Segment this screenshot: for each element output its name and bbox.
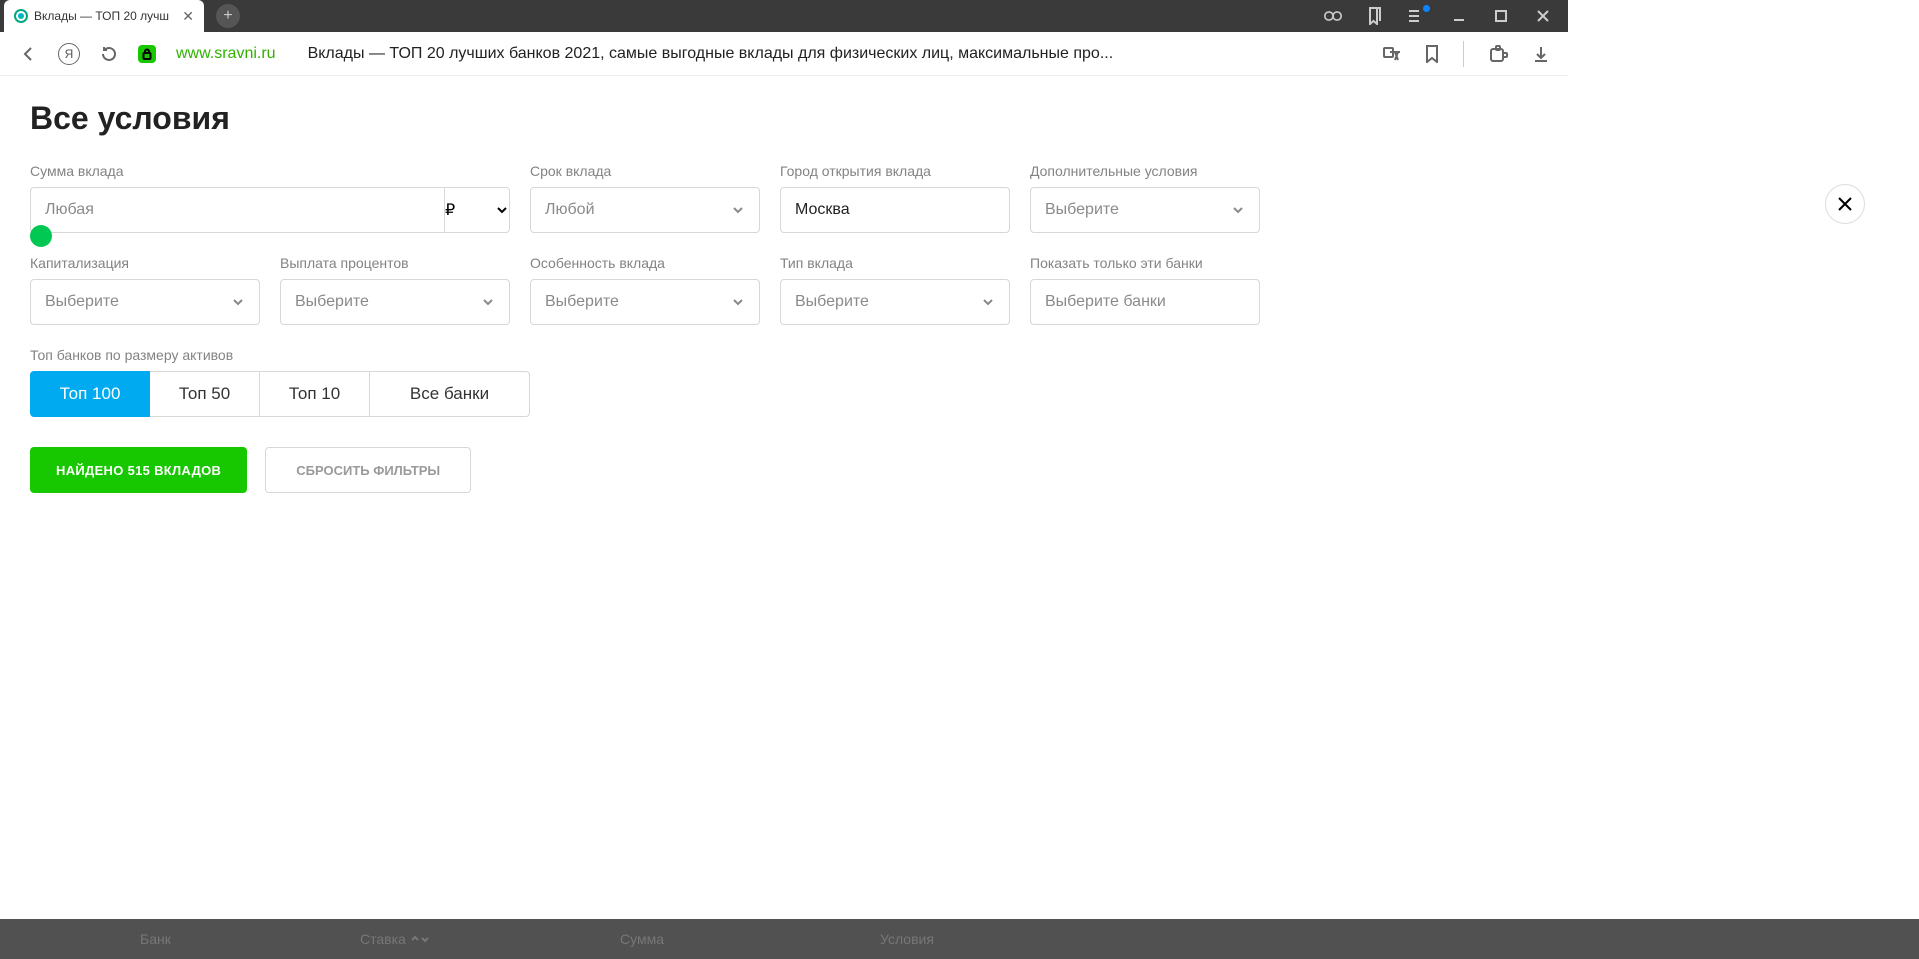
downloads-icon[interactable] [1532,45,1550,63]
amount-slider-thumb[interactable] [30,225,52,247]
banks-input[interactable]: Выберите банки [1030,279,1260,325]
cap-label: Капитализация [30,255,260,271]
field-cap: Капитализация Выберите [30,255,260,325]
filters-modal: Все условия Сумма вклада Любая ₽ Срок вк… [0,76,1907,917]
favicon-icon [14,9,28,23]
toolbar-separator [1463,41,1464,67]
modal-title: Все условия [30,100,1877,137]
window-close-icon[interactable] [1534,7,1552,25]
currency-value: ₽ [445,200,455,220]
field-banks: Показать только эти банки Выберите банки [1030,255,1260,325]
translate-icon[interactable] [1383,46,1401,62]
bookmark-icon[interactable] [1425,45,1439,63]
city-label: Город открытия вклада [780,163,1010,179]
city-input[interactable]: Москва [780,187,1010,233]
feature-select[interactable]: Выберите [530,279,760,325]
close-button[interactable] [1825,184,1865,224]
url-text[interactable]: www.sravni.ru [176,45,276,63]
topbanks-option-10[interactable]: Топ 10 [260,371,370,417]
term-label: Срок вклада [530,163,760,179]
topbanks-label: Топ банков по размеру активов [30,347,1877,363]
submit-button[interactable]: НАЙДЕНО 515 ВКЛАДОВ [30,447,247,493]
chevron-down-icon [1231,205,1245,215]
yandex-icon[interactable]: Я [58,43,80,65]
topbanks-segmented: Топ 100 Топ 50 Топ 10 Все банки [30,371,530,417]
bg-col-bank: Банк [140,931,360,947]
tab-close-icon[interactable]: ✕ [182,8,194,25]
field-extra: Дополнительные условия Выберите [1030,163,1260,233]
chevron-down-icon [495,205,509,215]
amount-label: Сумма вклада [30,163,510,179]
type-label: Тип вклада [780,255,1010,271]
extensions-icon[interactable] [1488,44,1508,64]
currency-select[interactable]: ₽ [444,187,510,233]
background-table-header: Банк Ставка Сумма Условия [0,919,1919,959]
topbanks-option-all[interactable]: Все банки [370,371,530,417]
page-title-text: Вклады — ТОП 20 лучших банков 2021, самы… [308,45,1363,63]
close-icon [1836,195,1854,213]
browser-tab[interactable]: Вклады — ТОП 20 лучш ✕ [4,0,204,32]
field-topbanks: Топ банков по размеру активов Топ 100 То… [30,347,1877,417]
browser-address-bar: Я www.sravni.ru Вклады — ТОП 20 лучших б… [0,32,1568,76]
nav-reload-icon[interactable] [100,45,118,63]
tab-title: Вклады — ТОП 20 лучш [34,9,176,23]
bg-col-sum: Сумма [620,931,880,947]
field-payout: Выплата процентов Выберите [280,255,510,325]
lock-icon[interactable] [138,45,156,63]
bookmarks-icon[interactable] [1366,7,1384,25]
bg-col-cond: Условия [880,931,934,947]
reader-icon[interactable] [1324,7,1342,25]
field-type: Тип вклада Выберите [780,255,1010,325]
chevron-down-icon [731,297,745,307]
banks-label: Показать только эти банки [1030,255,1260,271]
extra-select[interactable]: Выберите [1030,187,1260,233]
chevron-down-icon [731,205,745,215]
chevron-down-icon [981,297,995,307]
window-minimize-icon[interactable] [1450,7,1468,25]
nav-back-icon[interactable] [18,44,38,64]
sidebar-icon[interactable] [1408,7,1426,25]
reset-button[interactable]: СБРОСИТЬ ФИЛЬТРЫ [265,447,471,493]
field-amount: Сумма вклада Любая ₽ [30,163,510,233]
topbanks-option-100[interactable]: Топ 100 [30,371,150,417]
bg-col-rate: Ставка [360,931,620,947]
extra-label: Дополнительные условия [1030,163,1260,179]
feature-label: Особенность вклада [530,255,760,271]
cap-select[interactable]: Выберите [30,279,260,325]
chevron-down-icon [481,297,495,307]
topbanks-option-50[interactable]: Топ 50 [150,371,260,417]
new-tab-button[interactable]: + [216,4,240,28]
field-term: Срок вклада Любой [530,163,760,233]
browser-tab-bar: Вклады — ТОП 20 лучш ✕ + [0,0,1568,32]
type-select[interactable]: Выберите [780,279,1010,325]
term-select[interactable]: Любой [530,187,760,233]
field-feature: Особенность вклада Выберите [530,255,760,325]
payout-select[interactable]: Выберите [280,279,510,325]
amount-input[interactable]: Любая [30,187,444,233]
field-city: Город открытия вклада Москва [780,163,1010,233]
payout-label: Выплата процентов [280,255,510,271]
chevron-down-icon [231,297,245,307]
window-maximize-icon[interactable] [1492,7,1510,25]
